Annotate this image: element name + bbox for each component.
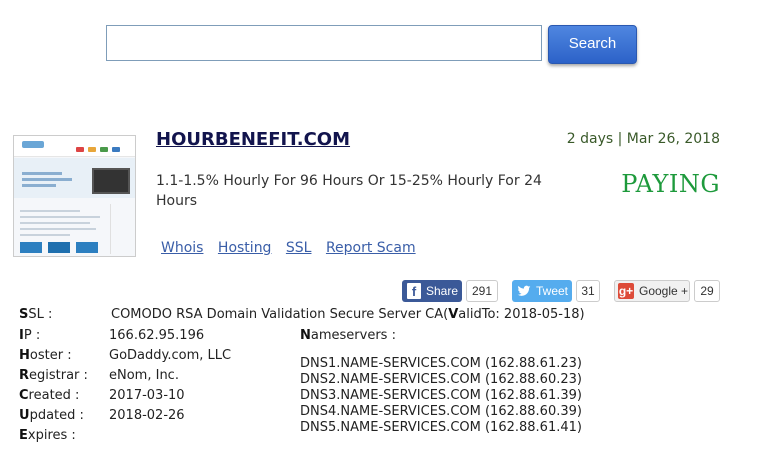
- site-title-link[interactable]: HOURBENEFIT.COM: [156, 129, 350, 150]
- twitter-bird-icon: [517, 285, 531, 296]
- twitter-tweet-button[interactable]: Tweet: [512, 280, 572, 302]
- nameserver-4: DNS4.NAME-SERVICES.COM (162.88.60.39): [300, 404, 582, 419]
- facebook-share-label: Share: [426, 284, 459, 298]
- registrar-value: eNom, Inc.: [109, 368, 179, 383]
- facebook-share-count: 291: [466, 280, 498, 302]
- ssl-label: SSL :: [19, 307, 53, 322]
- hoster-value: GoDaddy.com, LLC: [109, 348, 232, 363]
- registrar-label: Registrar :: [19, 368, 88, 383]
- search-input[interactable]: [106, 25, 542, 61]
- status-badge: PAYING: [621, 170, 720, 198]
- nameserver-3: DNS3.NAME-SERVICES.COM (162.88.61.39): [300, 388, 582, 403]
- created-label: Created :: [19, 388, 80, 403]
- expires-label: Expires :: [19, 428, 76, 443]
- updated-label: Updated :: [19, 408, 84, 423]
- nameserver-2: DNS2.NAME-SERVICES.COM (162.88.60.23): [300, 372, 582, 387]
- facebook-share-button[interactable]: f Share: [402, 280, 462, 302]
- facebook-icon: f: [407, 283, 421, 299]
- search-button[interactable]: Search: [548, 25, 637, 64]
- google-plus-label: Google +: [639, 284, 689, 298]
- whois-link[interactable]: Whois: [161, 240, 203, 256]
- hoster-label: Hoster :: [19, 348, 72, 363]
- site-links: Whois Hosting SSL Report Scam: [161, 240, 426, 256]
- google-plus-icon: g+: [618, 283, 634, 299]
- nameservers-label: Nameservers :: [300, 328, 396, 343]
- twitter-tweet-label: Tweet: [536, 284, 569, 298]
- ssl-link[interactable]: SSL: [286, 240, 312, 256]
- ssl-value: COMODO RSA Domain Validation Secure Serv…: [111, 307, 585, 322]
- updated-value: 2018-02-26: [109, 408, 185, 423]
- google-plus-count: 29: [694, 280, 720, 302]
- ip-value: 166.62.95.196: [109, 328, 205, 343]
- ip-label: IP :: [19, 328, 41, 343]
- nameserver-1: DNS1.NAME-SERVICES.COM (162.88.61.23): [300, 356, 582, 371]
- listing-date: 2 days | Mar 26, 2018: [566, 131, 720, 147]
- google-plus-button[interactable]: g+ Google +: [614, 280, 690, 302]
- hosting-link[interactable]: Hosting: [218, 240, 272, 256]
- nameserver-5: DNS5.NAME-SERVICES.COM (162.88.61.41): [300, 420, 582, 435]
- created-value: 2017-03-10: [109, 388, 185, 403]
- report-scam-link[interactable]: Report Scam: [326, 240, 416, 256]
- twitter-tweet-count: 31: [576, 280, 600, 302]
- site-screenshot-thumbnail[interactable]: [13, 135, 136, 257]
- plan-description: 1.1-1.5% Hourly For 96 Hours Or 15-25% H…: [156, 173, 542, 209]
